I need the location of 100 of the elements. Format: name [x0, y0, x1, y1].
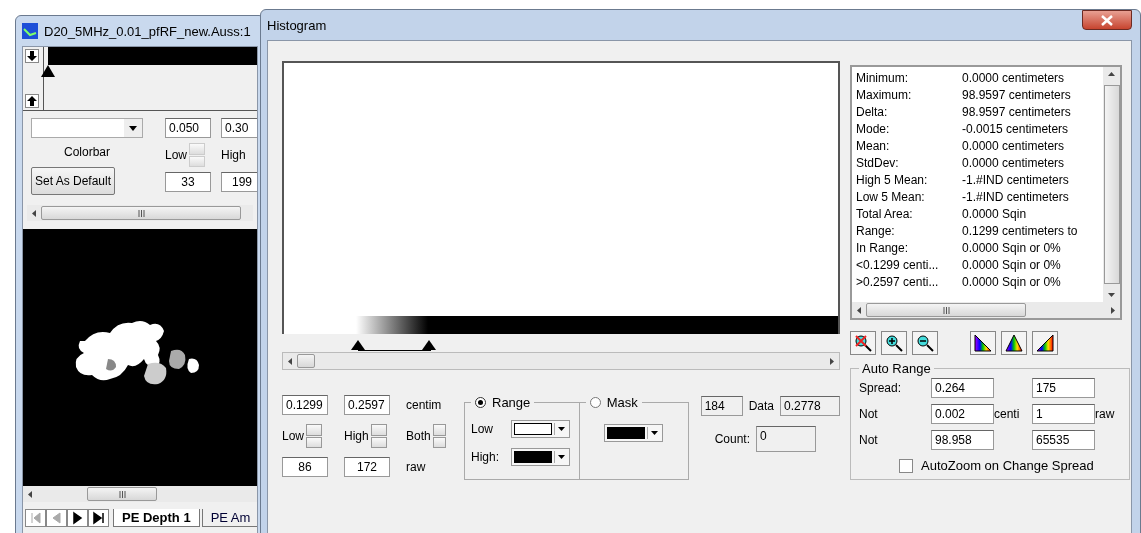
- range-handle[interactable]: [422, 340, 436, 350]
- stat-label: Range:: [856, 223, 896, 238]
- sheet-tab[interactable]: PE Depth 1: [113, 509, 200, 527]
- close-button[interactable]: [1082, 10, 1132, 30]
- stat-label: >0.2597 centi...: [856, 274, 940, 289]
- dropdown-arrow-icon[interactable]: [651, 431, 659, 435]
- window-title: D20_5MHz_0.01_pfRF_new.Auss:1: [44, 23, 251, 39]
- tab-navigation-buttons[interactable]: [25, 509, 111, 527]
- color-picker[interactable]: [511, 420, 570, 438]
- stat-label: In Range:: [856, 240, 910, 255]
- sheet-tab[interactable]: PE Am: [201, 509, 257, 527]
- scroll-left-icon[interactable]: [28, 490, 32, 498]
- color-picker[interactable]: [511, 448, 570, 466]
- zoom-reset-button[interactable]: [850, 331, 876, 355]
- low-raw-field[interactable]: 33: [165, 172, 211, 192]
- low-value-field[interactable]: 0.050: [165, 118, 211, 138]
- up-arrow-button[interactable]: [25, 94, 39, 108]
- rainbow-histogram-icon: [1005, 334, 1023, 352]
- stat-label: Mode:: [856, 121, 891, 136]
- color-label: Low: [471, 422, 494, 436]
- count-label: Count:: [714, 432, 750, 446]
- spread-raw-field[interactable]: 175: [1032, 378, 1095, 398]
- zoom-out-button[interactable]: [912, 331, 938, 355]
- left-skew-histogram-button[interactable]: [970, 331, 996, 355]
- dropdown-arrow-icon[interactable]: [129, 125, 137, 131]
- scroll-down-icon[interactable]: [1108, 293, 1115, 297]
- scroll-thumb[interactable]: [297, 354, 315, 368]
- high-spinner[interactable]: [370, 424, 387, 448]
- centered-histogram-button[interactable]: [1001, 331, 1027, 355]
- stat-value: 0.0000 centimeters: [962, 155, 1065, 170]
- stat-value: 98.9597 centimeters: [962, 104, 1071, 119]
- radio-button[interactable]: [589, 397, 601, 408]
- low-raw-field[interactable]: 86: [282, 457, 328, 477]
- range-handle[interactable]: [350, 340, 365, 350]
- magnifier-cross-icon: [854, 334, 872, 352]
- low-value-field[interactable]: 0.1299: [282, 395, 328, 415]
- data-index-field: 184: [700, 396, 743, 416]
- high-label: High: [344, 429, 369, 443]
- rainbow-histogram-icon: [1036, 334, 1054, 352]
- stat-value: -1.#IND centimeters: [962, 172, 1069, 187]
- stat-value: 0.1299 centimeters to: [962, 223, 1078, 238]
- close-icon[interactable]: [1101, 14, 1113, 26]
- high-raw-field[interactable]: 172: [344, 457, 390, 477]
- scroll-left-icon[interactable]: [288, 357, 292, 365]
- grip-icon: [942, 306, 950, 314]
- scroll-left-icon[interactable]: [857, 306, 861, 314]
- low-label: Low: [282, 429, 304, 443]
- dropdown-arrow-icon[interactable]: [558, 455, 565, 459]
- stat-value: 98.9597 centimeters: [962, 87, 1071, 102]
- data-value-field: 0.2778: [780, 396, 840, 416]
- zoom-in-icon: [885, 334, 903, 352]
- app-icon: [22, 23, 38, 39]
- stat-label: Low 5 Mean:: [856, 189, 926, 204]
- right-skew-histogram-button[interactable]: [1032, 331, 1058, 355]
- zoom-in-button[interactable]: [881, 331, 907, 355]
- colorbar-handle[interactable]: [41, 65, 56, 77]
- color-picker[interactable]: [604, 424, 664, 442]
- horizontal-scrollbar[interactable]: [282, 352, 840, 370]
- high-label: High: [221, 148, 246, 162]
- dropdown-arrow-icon[interactable]: [558, 427, 565, 431]
- scroll-right-icon[interactable]: [830, 357, 834, 365]
- set-default-button[interactable]: Set As Default: [31, 167, 116, 195]
- centi-label: centi: [994, 407, 1021, 421]
- high-raw-field[interactable]: 199: [221, 172, 257, 192]
- stat-value: -0.0015 centimeters: [962, 121, 1069, 136]
- colorbar-label: Colorbar: [64, 145, 110, 159]
- grip-icon: [118, 490, 126, 498]
- not-low-field[interactable]: 0.002: [931, 404, 994, 424]
- high-value-field[interactable]: 0.30: [221, 118, 257, 138]
- scroll-right-icon[interactable]: [1111, 306, 1115, 314]
- grip-icon: [137, 209, 145, 217]
- colorbar-dropdown[interactable]: [31, 118, 143, 138]
- low-spinner[interactable]: [306, 424, 322, 448]
- stat-value: 0.0000 Sqin: [962, 206, 1027, 221]
- both-label: Both: [406, 429, 431, 443]
- stat-value: 0.0000 Sqin or 0%: [962, 257, 1061, 272]
- list-horizontal-scrollbar[interactable]: [852, 302, 1120, 318]
- raw-label: raw: [1095, 407, 1116, 421]
- spread-field[interactable]: 0.264: [931, 378, 994, 398]
- down-arrow-button[interactable]: [25, 49, 39, 63]
- spread-label: Spread:: [859, 381, 903, 395]
- scroll-up-icon[interactable]: [1108, 72, 1115, 76]
- autozoom-checkbox[interactable]: AutoZoom on Change Spread: [899, 458, 1121, 473]
- not-low-raw-field[interactable]: 1: [1032, 404, 1095, 424]
- not-high-field[interactable]: 98.958: [931, 430, 994, 450]
- high-value-field[interactable]: 0.2597: [344, 395, 390, 415]
- stat-label: Mean:: [856, 138, 891, 153]
- horizontal-scrollbar[interactable]: [27, 205, 253, 221]
- stat-value: 0.0000 Sqin or 0%: [962, 240, 1061, 255]
- rainbow-histogram-icon: [974, 334, 992, 352]
- both-spinner[interactable]: [432, 424, 446, 448]
- stat-label: High 5 Mean:: [856, 172, 929, 187]
- image-horizontal-scrollbar[interactable]: [23, 486, 257, 502]
- vertical-scrollbar[interactable]: [1103, 67, 1120, 302]
- stat-value: 0.0000 centimeters: [962, 138, 1065, 153]
- low-label: Low: [165, 148, 187, 162]
- scroll-left-icon[interactable]: [32, 209, 36, 217]
- radio-button[interactable]: [475, 397, 486, 408]
- raw-label: raw: [406, 460, 427, 474]
- not-high-raw-field[interactable]: 65535: [1032, 430, 1095, 450]
